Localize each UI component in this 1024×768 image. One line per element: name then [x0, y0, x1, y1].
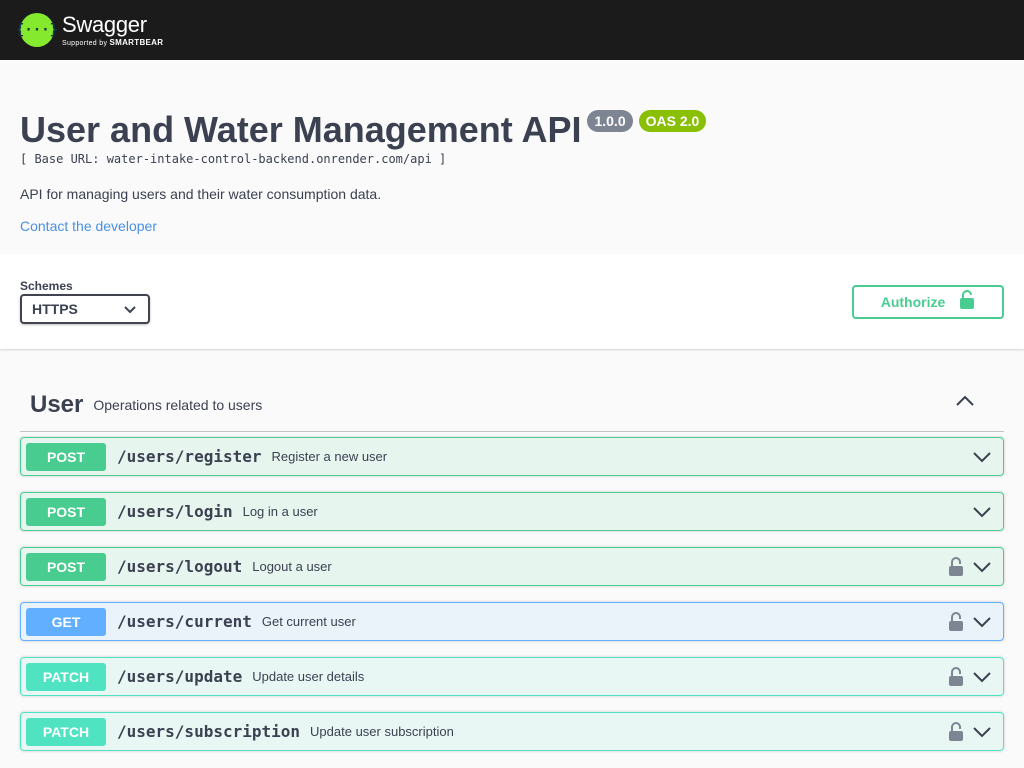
method-badge: GET: [26, 607, 106, 636]
chevron-down-icon[interactable]: [972, 557, 992, 577]
operation-row[interactable]: PATCH/users/subscription Update user subs…: [20, 712, 1004, 751]
method-badge: POST: [26, 552, 106, 581]
operation-summary: Logout a user: [252, 559, 332, 574]
operation-row[interactable]: POST/users/login Log in a user: [20, 492, 1004, 531]
chevron-down-icon[interactable]: [972, 722, 992, 742]
tag-name: User: [30, 391, 84, 418]
chevron-down-icon[interactable]: [972, 502, 992, 522]
schemes-group: Schemes HTTPS: [20, 279, 150, 324]
authorize-label: Authorize: [880, 293, 946, 310]
page-title: User and Water Management API: [20, 109, 582, 150]
lock-icon[interactable]: [946, 666, 966, 687]
tag-header[interactable]: User Operations related to users: [20, 379, 1004, 432]
method-badge: PATCH: [26, 717, 106, 746]
lock-icon[interactable]: [946, 721, 966, 742]
chevron-down-icon[interactable]: [972, 612, 992, 632]
brand-sub-prefix: Supported by: [62, 39, 108, 47]
method-badge: POST: [26, 442, 106, 471]
operation-path: /users/update: [117, 667, 243, 686]
brand-sub-name: SMARTBEAR: [109, 37, 164, 47]
operation-path: /users/logout: [117, 557, 243, 576]
lock-icon[interactable]: [946, 556, 966, 577]
api-description: API for managing users and their water c…: [20, 186, 382, 202]
contact-link[interactable]: Contact the developer: [20, 218, 157, 234]
operation-path: /users/subscription: [117, 722, 301, 741]
tag-section-user: User Operations related to users POST/us…: [0, 349, 1024, 751]
brand-text: Swagger Supported by SMARTBEAR: [62, 11, 164, 47]
operation-summary: Register a new user: [271, 449, 388, 464]
operation-row[interactable]: GET/users/current Get current user: [20, 602, 1004, 641]
brand-name: Swagger: [62, 11, 147, 37]
chevron-down-icon: [124, 301, 136, 317]
swagger-logo-icon: {···}: [16, 13, 58, 47]
version-badge: 1.0.0: [587, 110, 633, 132]
top-bar: {···} Swagger Supported by SMARTBEAR: [0, 0, 1024, 60]
swagger-logo[interactable]: {···} Swagger Supported by SMARTBEAR: [16, 11, 164, 47]
operations-list: POST/users/register Register a new user PO…: [20, 437, 1004, 751]
operation-row[interactable]: POST/users/logout Logout a user: [20, 547, 1004, 586]
unlock-icon: [959, 290, 975, 313]
brand-sub: Supported by SMARTBEAR: [62, 37, 164, 47]
operation-path: /users/current: [117, 612, 252, 631]
operation-summary: Update user details: [252, 669, 365, 684]
title-row: User and Water Management API 1.0.0 OAS …: [20, 110, 1004, 150]
base-url: [ Base URL: water-intake-control-backend…: [20, 152, 447, 166]
operation-row[interactable]: POST/users/register Register a new user: [20, 437, 1004, 476]
scheme-selected-value: HTTPS: [32, 301, 78, 317]
chevron-up-icon[interactable]: [955, 393, 979, 417]
operation-summary: Update user subscription: [310, 724, 454, 739]
chevron-down-icon[interactable]: [972, 667, 992, 687]
chevron-down-icon[interactable]: [972, 447, 992, 467]
scheme-select[interactable]: HTTPS: [20, 294, 150, 324]
method-badge: POST: [26, 497, 106, 526]
api-info: User and Water Management API 1.0.0 OAS …: [0, 60, 1024, 254]
operation-summary: Log in a user: [242, 504, 318, 519]
tag-description: Operations related to users: [93, 397, 263, 413]
lock-icon[interactable]: [946, 611, 966, 632]
operation-path: /users/login: [117, 502, 233, 521]
operation-row[interactable]: PATCH/users/update Update user details: [20, 657, 1004, 696]
oas-badge: OAS 2.0: [638, 110, 707, 132]
schemes-label: Schemes: [20, 279, 73, 293]
method-badge: PATCH: [26, 662, 106, 691]
operation-summary: Get current user: [261, 614, 356, 629]
schemes-bar: Schemes HTTPS Authorize: [0, 254, 1024, 349]
operation-path: /users/register: [117, 447, 262, 466]
authorize-button[interactable]: Authorize: [852, 284, 1004, 319]
